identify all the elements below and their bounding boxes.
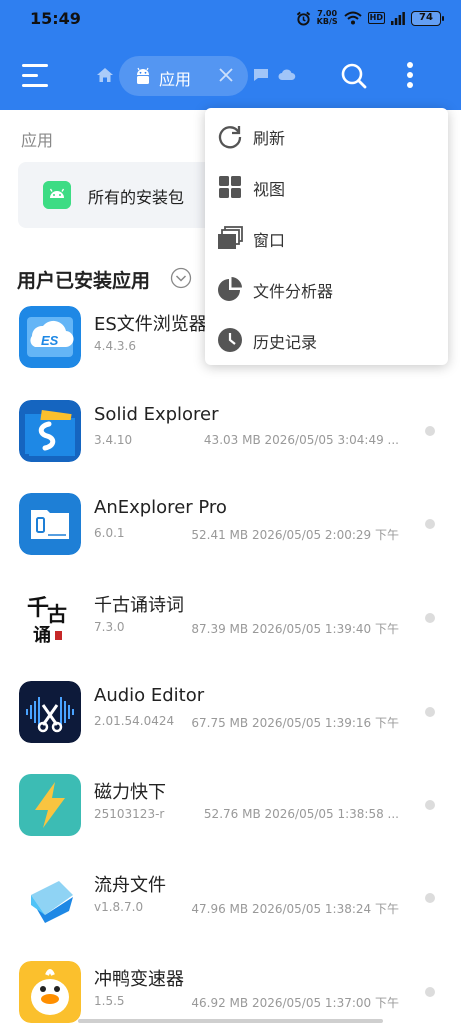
status-dot xyxy=(425,519,435,529)
message-icon[interactable] xyxy=(253,68,269,82)
menu-item-windows[interactable]: 窗口 xyxy=(205,212,448,263)
list-item[interactable]: Solid Explorer 3.4.10 43.03 MB 2026/05/0… xyxy=(0,400,461,493)
installed-apps-title: 用户已安装应用 xyxy=(17,270,151,292)
hamburger-menu-icon[interactable] xyxy=(22,64,48,88)
anexplorer-icon xyxy=(19,493,81,555)
view-grid-icon xyxy=(219,176,241,198)
home-indicator xyxy=(78,1019,383,1023)
list-item[interactable]: 千 古 诵 千古诵诗词 7.3.0 87.39 MB 2026/05/05 1:… xyxy=(0,587,461,680)
all-packages-label: 所有的安装包 xyxy=(88,188,185,207)
pie-chart-icon xyxy=(218,277,242,301)
app-name: 冲鸭变速器 xyxy=(94,969,184,990)
app-toolbar: 应用 xyxy=(0,40,461,110)
battery-indicator: 74 xyxy=(411,10,444,26)
svg-text:ES: ES xyxy=(41,333,59,348)
menu-item-label: 历史记录 xyxy=(253,333,318,352)
tab-apps-label: 应用 xyxy=(159,70,192,89)
network-speed: 7.00 KB/S xyxy=(317,10,338,26)
android-icon xyxy=(137,67,149,84)
status-dot xyxy=(425,800,435,810)
status-dot xyxy=(425,707,435,717)
windows-icon xyxy=(218,226,243,249)
duck-speeder-icon xyxy=(19,961,81,1023)
app-meta: 43.03 MB 2026/05/05 3:04:49 ... xyxy=(203,433,399,447)
menu-item-label: 刷新 xyxy=(253,129,286,148)
app-meta: 67.75 MB 2026/05/05 1:39:16 下午 xyxy=(191,716,399,730)
app-name: 流舟文件 xyxy=(94,875,166,896)
search-icon[interactable] xyxy=(340,62,368,90)
status-time: 15:49 xyxy=(30,9,81,28)
liuzhou-files-icon xyxy=(19,867,81,929)
menu-item-history[interactable]: 历史记录 xyxy=(205,314,448,365)
network-speed-unit: KB/S xyxy=(316,17,338,26)
tab-apps[interactable]: 应用 xyxy=(119,56,248,96)
app-version: 6.0.1 xyxy=(94,526,125,540)
signal-icon xyxy=(391,11,405,25)
refresh-icon xyxy=(218,126,242,149)
alarm-clock-icon xyxy=(296,11,310,26)
app-version: 25103123-r xyxy=(94,807,165,821)
app-name: Audio Editor xyxy=(94,685,205,706)
audio-editor-icon xyxy=(19,681,81,743)
menu-item-file-analyzer[interactable]: 文件分析器 xyxy=(205,263,448,314)
svg-text:古: 古 xyxy=(47,602,67,626)
app-version: 1.5.5 xyxy=(94,994,125,1008)
status-dot xyxy=(425,613,435,623)
more-options-icon[interactable] xyxy=(404,60,416,90)
app-meta: 47.96 MB 2026/05/05 1:38:24 下午 xyxy=(191,902,399,916)
list-item[interactable]: 流舟文件 v1.8.7.0 47.96 MB 2026/05/05 1:38:2… xyxy=(0,867,461,960)
list-item[interactable]: AnExplorer Pro 6.0.1 52.41 MB 2026/05/05… xyxy=(0,493,461,586)
app-name: 磁力快下 xyxy=(94,782,166,803)
menu-item-view[interactable]: 视图 xyxy=(205,161,448,212)
menu-item-label: 文件分析器 xyxy=(253,282,334,301)
svg-text:诵: 诵 xyxy=(33,625,51,646)
app-version: 4.4.3.6 xyxy=(94,339,136,353)
section-label: 应用 xyxy=(21,131,54,150)
status-icons: 7.00 KB/S HD 74 xyxy=(296,10,444,26)
close-tab-icon[interactable] xyxy=(217,66,235,84)
poetry-app-icon: 千 古 诵 xyxy=(19,587,81,649)
history-clock-icon xyxy=(218,328,242,352)
list-item[interactable]: 冲鸭变速器 1.5.5 46.92 MB 2026/05/05 1:37:00 … xyxy=(0,961,461,1024)
wifi-icon xyxy=(343,11,362,25)
svg-text:千: 千 xyxy=(27,595,49,621)
android-package-icon xyxy=(43,181,71,209)
app-meta: 46.92 MB 2026/05/05 1:37:00 下午 xyxy=(191,996,399,1010)
app-meta: 87.39 MB 2026/05/05 1:39:40 下午 xyxy=(191,622,399,636)
lightning-download-icon xyxy=(19,774,81,836)
app-version: v1.8.7.0 xyxy=(94,900,144,914)
overflow-menu: 刷新 视图 窗口 文件分析器 历史记录 xyxy=(205,108,448,365)
chevron-down-icon[interactable] xyxy=(170,267,192,289)
menu-item-label: 视图 xyxy=(253,180,286,199)
es-file-explorer-icon: ES xyxy=(19,306,81,368)
list-item[interactable]: 磁力快下 25103123-r 52.76 MB 2026/05/05 1:38… xyxy=(0,774,461,867)
status-dot xyxy=(425,426,435,436)
solid-explorer-icon xyxy=(19,400,81,462)
hd-badge: HD xyxy=(367,12,385,24)
status-bar: 15:49 7.00 KB/S HD 74 xyxy=(0,0,461,40)
app-meta: 52.76 MB 2026/05/05 1:38:58 ... xyxy=(203,807,399,821)
cloud-icon[interactable] xyxy=(278,69,296,81)
app-version: 3.4.10 xyxy=(94,433,133,447)
home-icon[interactable] xyxy=(96,67,114,83)
status-dot xyxy=(425,987,435,997)
menu-item-refresh[interactable]: 刷新 xyxy=(205,110,448,161)
app-version: 2.01.54.0424 xyxy=(94,714,175,728)
app-name: ES文件浏览器 xyxy=(94,314,207,335)
status-dot xyxy=(425,893,435,903)
app-version: 7.3.0 xyxy=(94,620,125,634)
list-item[interactable]: Audio Editor 2.01.54.0424 67.75 MB 2026/… xyxy=(0,681,461,774)
app-name: AnExplorer Pro xyxy=(94,497,227,518)
menu-item-label: 窗口 xyxy=(253,231,286,250)
app-name: 千古诵诗词 xyxy=(94,595,184,616)
app-name: Solid Explorer xyxy=(94,404,219,425)
app-meta: 52.41 MB 2026/05/05 2:00:29 下午 xyxy=(191,528,399,542)
